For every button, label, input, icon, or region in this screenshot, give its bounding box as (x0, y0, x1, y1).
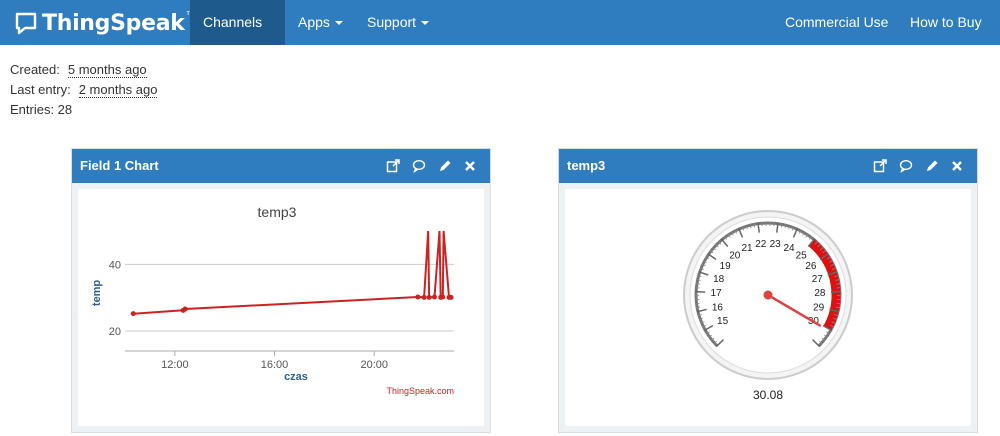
created-row: Created: 5 months ago (10, 60, 157, 80)
brand-name: ThingSpeak (42, 10, 185, 36)
data-point (421, 294, 427, 300)
y-tick-label: 40 (109, 259, 121, 271)
nav-apps-menu[interactable]: Apps (285, 0, 356, 45)
series-line (133, 230, 452, 315)
pencil-icon[interactable] (925, 159, 939, 173)
channel-info: Created: 5 months ago Last entry: 2 months… (10, 60, 158, 120)
gauge-label: 19 (720, 261, 732, 272)
gauge-label: 20 (729, 251, 741, 262)
data-point (440, 294, 446, 300)
chart-panel-actions (386, 149, 476, 183)
last-entry-value: 2 months ago (78, 82, 158, 98)
nav-commercial-use-link[interactable]: Commercial Use (772, 0, 901, 45)
gauge-label: 15 (717, 316, 729, 327)
gauge-panel-body: 1516171819202122232425262728293030.08 (565, 189, 971, 426)
speech-bubble-logo-icon (15, 12, 37, 35)
data-point (426, 294, 432, 300)
created-value: 5 months ago (67, 62, 147, 78)
x-tick-label: 20:00 (360, 359, 388, 371)
gauge-label: 26 (805, 261, 817, 272)
data-point (431, 294, 437, 300)
data-point (130, 311, 136, 317)
nav-how-to-buy-link[interactable]: How to Buy (897, 0, 995, 45)
gauge-panel-header: temp3 (559, 149, 977, 183)
gauge-chart: 1516171819202122232425262728293030.08 (683, 210, 853, 402)
x-tick-label: 12:00 (161, 359, 189, 371)
nav-apps-label: Apps (298, 14, 330, 30)
pencil-icon[interactable] (438, 159, 452, 173)
gauge-value: 30.08 (753, 388, 783, 402)
close-icon[interactable] (464, 160, 476, 172)
data-point (448, 294, 454, 300)
external-link-icon[interactable] (386, 159, 400, 173)
last-entry-row: Last entry: 2 months ago (10, 80, 158, 100)
line-chart: temp3 20 40 12:00 16:00 20:00 temp czas ThingSpe… (91, 204, 454, 396)
gauge-label: 21 (741, 243, 753, 254)
x-tick-label: 16:00 (261, 359, 289, 371)
nav-channels-menu[interactable]: Channels (190, 0, 285, 71)
y-axis-label: temp (91, 280, 103, 307)
gauge-label: 28 (814, 288, 826, 299)
gauge-label: 17 (711, 288, 723, 299)
close-icon[interactable] (951, 160, 963, 172)
thingspeak-logo[interactable]: ThingSpeak ™ (14, 8, 196, 38)
nav-channels-label: Channels (203, 14, 263, 30)
gauge-panel-actions (873, 149, 963, 183)
chevron-down-icon (334, 21, 343, 26)
gauge-label: 18 (713, 274, 725, 285)
temp3-gauge-panel: temp3 1516171819202122232425262728293030… (558, 148, 978, 433)
chevron-down-icon (208, 66, 216, 71)
created-label: Created: (10, 62, 60, 77)
gauge-label: 22 (755, 239, 767, 250)
data-point (182, 306, 188, 312)
gauge-label: 27 (812, 274, 824, 285)
field-1-chart-panel: Field 1 Chart temp3 20 40 12:00 16:00 20:00 te… (71, 148, 491, 433)
gauge-label: 16 (712, 302, 724, 313)
comment-icon[interactable] (412, 159, 426, 173)
last-entry-label: Last entry: (10, 82, 71, 97)
chart-credit: ThingSpeak.com (386, 386, 454, 396)
gauge-label: 23 (770, 239, 782, 250)
nav-support-menu[interactable]: Support (354, 0, 442, 45)
chart-title: temp3 (258, 204, 297, 220)
chart-panel-body: temp3 20 40 12:00 16:00 20:00 temp czas ThingSpe… (78, 189, 484, 426)
chevron-down-icon (421, 21, 430, 26)
gauge-label: 29 (813, 302, 825, 313)
gauge-label: 25 (796, 251, 808, 262)
external-link-icon[interactable] (873, 159, 887, 173)
gauge-needle-hub (763, 290, 773, 300)
comment-icon[interactable] (899, 159, 913, 173)
x-axis-label: czas (284, 371, 308, 383)
data-point (415, 294, 421, 300)
gauge-label: 24 (783, 243, 795, 254)
chart-panel-title: Field 1 Chart (80, 158, 159, 173)
entries-count: Entries: 28 (10, 102, 73, 117)
navbar: ThingSpeak ™ Channels Apps Support Comme… (0, 0, 1000, 71)
nav-support-label: Support (367, 14, 417, 30)
gauge-panel-title: temp3 (567, 158, 606, 173)
y-tick-label: 20 (109, 326, 121, 338)
chart-panel-header: Field 1 Chart (72, 149, 490, 183)
